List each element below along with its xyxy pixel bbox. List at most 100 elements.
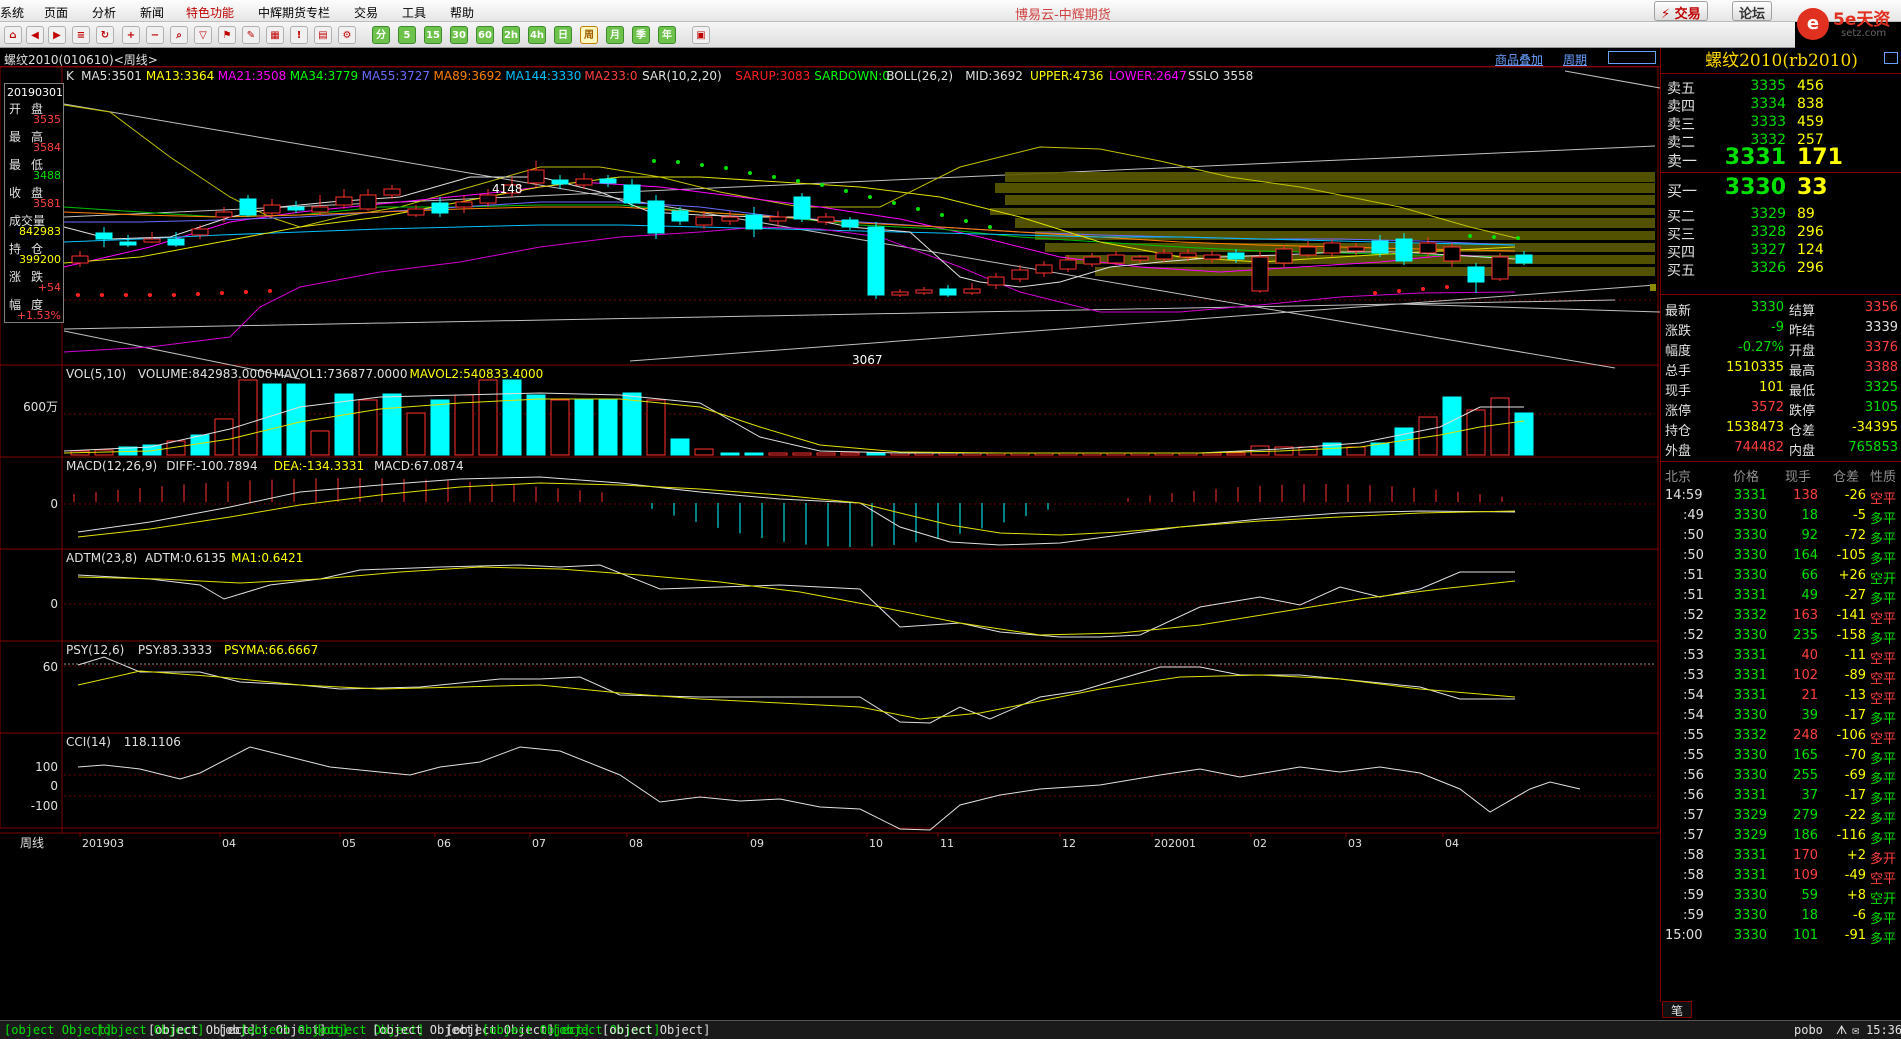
tick-tab[interactable]: 笔 (1662, 1001, 1692, 1018)
tick-row[interactable]: 15:00 3330 101 -91 多平 (1661, 926, 1901, 947)
panel-toggle-icon[interactable] (1884, 52, 1898, 64)
tick-row[interactable]: :49 3330 18 -5 多平 (1661, 506, 1901, 527)
menu-news[interactable]: 新闻 (140, 4, 164, 21)
tick-row[interactable]: :58 3331 170 +2 多开 (1661, 846, 1901, 867)
menu-zhonghui-column[interactable]: 中辉期货专栏 (258, 4, 330, 21)
chart-canvas[interactable]: K MA5:3501 MA13:3364 MA21:3508 MA34:3779 MA55… (0, 67, 1660, 1020)
home-icon[interactable]: ⌂ (4, 26, 22, 44)
filter-icon[interactable]: ▽ (194, 26, 212, 44)
zoom-in-icon[interactable]: + (122, 26, 140, 44)
tick-qty: 165 (1793, 748, 1818, 763)
settings-icon[interactable]: ⚙ (338, 26, 356, 44)
tick-row[interactable]: :53 3331 102 -89 空平 (1661, 666, 1901, 687)
tick-price: 3330 (1733, 748, 1767, 763)
tick-oi-change: +2 (1846, 848, 1866, 863)
quote-icon[interactable]: ≡ (72, 26, 90, 44)
volume-bar (574, 398, 594, 456)
grid-icon[interactable]: ▦ (266, 26, 284, 44)
period-4h[interactable]: 4h (528, 26, 546, 44)
period-2h[interactable]: 2h (502, 26, 520, 44)
tick-oi-change: +8 (1846, 888, 1866, 903)
window-controls-icon[interactable] (1608, 51, 1656, 64)
mail-icon[interactable]: ✉ (1852, 1023, 1859, 1037)
tick-row[interactable]: :54 3331 21 -13 空平 (1661, 686, 1901, 707)
tick-type: 空平 (1870, 612, 1897, 627)
period-day[interactable]: 日 (554, 26, 572, 44)
menu-analysis[interactable]: 分析 (92, 4, 116, 21)
tick-row[interactable]: :55 3330 165 -70 多平 (1661, 746, 1901, 767)
period-week[interactable]: 周 (580, 26, 598, 44)
tick-row[interactable]: :57 3329 279 -22 多平 (1661, 806, 1901, 827)
tick-time: 15:00 (1665, 928, 1703, 943)
candle-body (1011, 269, 1029, 280)
overlay-link[interactable]: 商品叠加 (1495, 51, 1543, 68)
tick-row[interactable]: :55 3332 248 -106 空平 (1661, 726, 1901, 747)
menu-help[interactable]: 帮助 (450, 4, 474, 21)
search-icon[interactable]: ⌕ (170, 26, 188, 44)
period-quarter[interactable]: 季 (632, 26, 650, 44)
period-5[interactable]: 5 (398, 26, 416, 44)
period-30[interactable]: 30 (450, 26, 468, 44)
tick-row[interactable]: :54 3330 39 -17 多平 (1661, 706, 1901, 727)
tick-row[interactable]: :51 3330 66 +26 空开 (1661, 566, 1901, 587)
alert-icon[interactable]: ! (290, 26, 308, 44)
volume-bar (214, 418, 234, 456)
refresh-icon[interactable]: ↻ (96, 26, 114, 44)
menu-system[interactable]: 系统 (0, 4, 24, 21)
tick-row[interactable]: :58 3331 109 -49 空平 (1661, 866, 1901, 887)
forward-icon[interactable]: ▶ (48, 26, 66, 44)
tick-type: 空开 (1870, 572, 1897, 587)
bid-row: 买二 3329 89 (1661, 204, 1901, 225)
tick-type: 多平 (1870, 932, 1897, 947)
adtm-line (77, 564, 1515, 638)
tick-qty: 279 (1793, 808, 1818, 823)
candle-body (575, 178, 593, 186)
draw-icon[interactable]: ✎ (242, 26, 260, 44)
tick-qty: 235 (1793, 628, 1818, 643)
trade-button[interactable]: ⚡ 交易 (1654, 1, 1708, 22)
period-month[interactable]: 月 (606, 26, 624, 44)
tick-row[interactable]: :50 3330 164 -105 多平 (1661, 546, 1901, 567)
tick-row[interactable]: :53 3331 40 -11 空平 (1661, 646, 1901, 667)
tick-row[interactable]: :59 3330 59 +8 空开 (1661, 886, 1901, 907)
menu-trade[interactable]: 交易 (354, 4, 378, 21)
tick-row[interactable]: :52 3330 235 -158 多平 (1661, 626, 1901, 647)
tick-row[interactable]: 14:59 3331 138 -26 空平 (1661, 486, 1901, 507)
period-minute[interactable]: 分 (372, 26, 390, 44)
menu-tools[interactable]: 工具 (402, 4, 426, 21)
tick-row[interactable]: :56 3331 37 -17 多平 (1661, 786, 1901, 807)
tick-row[interactable]: :52 3332 163 -141 空平 (1661, 606, 1901, 627)
period-year[interactable]: 年 (658, 26, 676, 44)
stat-label: 涨跌 (1665, 324, 1692, 339)
period-15[interactable]: 15 (424, 26, 442, 44)
menu-page[interactable]: 页面 (44, 4, 68, 21)
period-60[interactable]: 60 (476, 26, 494, 44)
bid-row: 买四 3327 124 (1661, 240, 1901, 261)
stat-label: 幅度 (1665, 344, 1692, 359)
sar-dot-down (1468, 234, 1472, 238)
tick-row[interactable]: :57 3329 186 -116 多平 (1661, 826, 1901, 847)
back-icon[interactable]: ◀ (26, 26, 44, 44)
tick-row[interactable]: :50 3330 92 -72 多平 (1661, 526, 1901, 547)
tick-price: 3331 (1733, 688, 1767, 703)
period-link[interactable]: 周期 (1563, 51, 1587, 68)
tick-qty: 40 (1801, 648, 1818, 663)
tick-type: 多平 (1870, 912, 1897, 927)
tick-row[interactable]: :56 3330 255 -69 多平 (1661, 766, 1901, 787)
calculator-icon[interactable]: ▣ (692, 26, 710, 44)
table-icon[interactable]: ▤ (314, 26, 332, 44)
tick-row[interactable]: :51 3331 49 -27 多平 (1661, 586, 1901, 607)
forum-button[interactable]: 论坛 (1732, 1, 1773, 22)
flag-icon[interactable]: ⚑ (218, 26, 236, 44)
legend-item: MACD(12,26,9) (66, 459, 157, 473)
tick-price: 3330 (1733, 888, 1767, 903)
tick-qty: 37 (1801, 788, 1818, 803)
menu-featured[interactable]: 特色功能 (186, 4, 234, 21)
toolbar: ⌂ ◀ ▶ ≡ ↻ + − ⌕ ▽ ⚑ ✎ ▦ ! ▤ ⚙ 分 5 15 30 … (0, 22, 1795, 48)
candle-body (71, 255, 89, 264)
candle-body (745, 214, 763, 230)
stat-value: 1510335 (1726, 360, 1784, 375)
tick-row[interactable]: :59 3330 18 -6 多平 (1661, 906, 1901, 927)
tick-oi-change: -70 (1844, 748, 1866, 763)
zoom-out-icon[interactable]: − (146, 26, 164, 44)
